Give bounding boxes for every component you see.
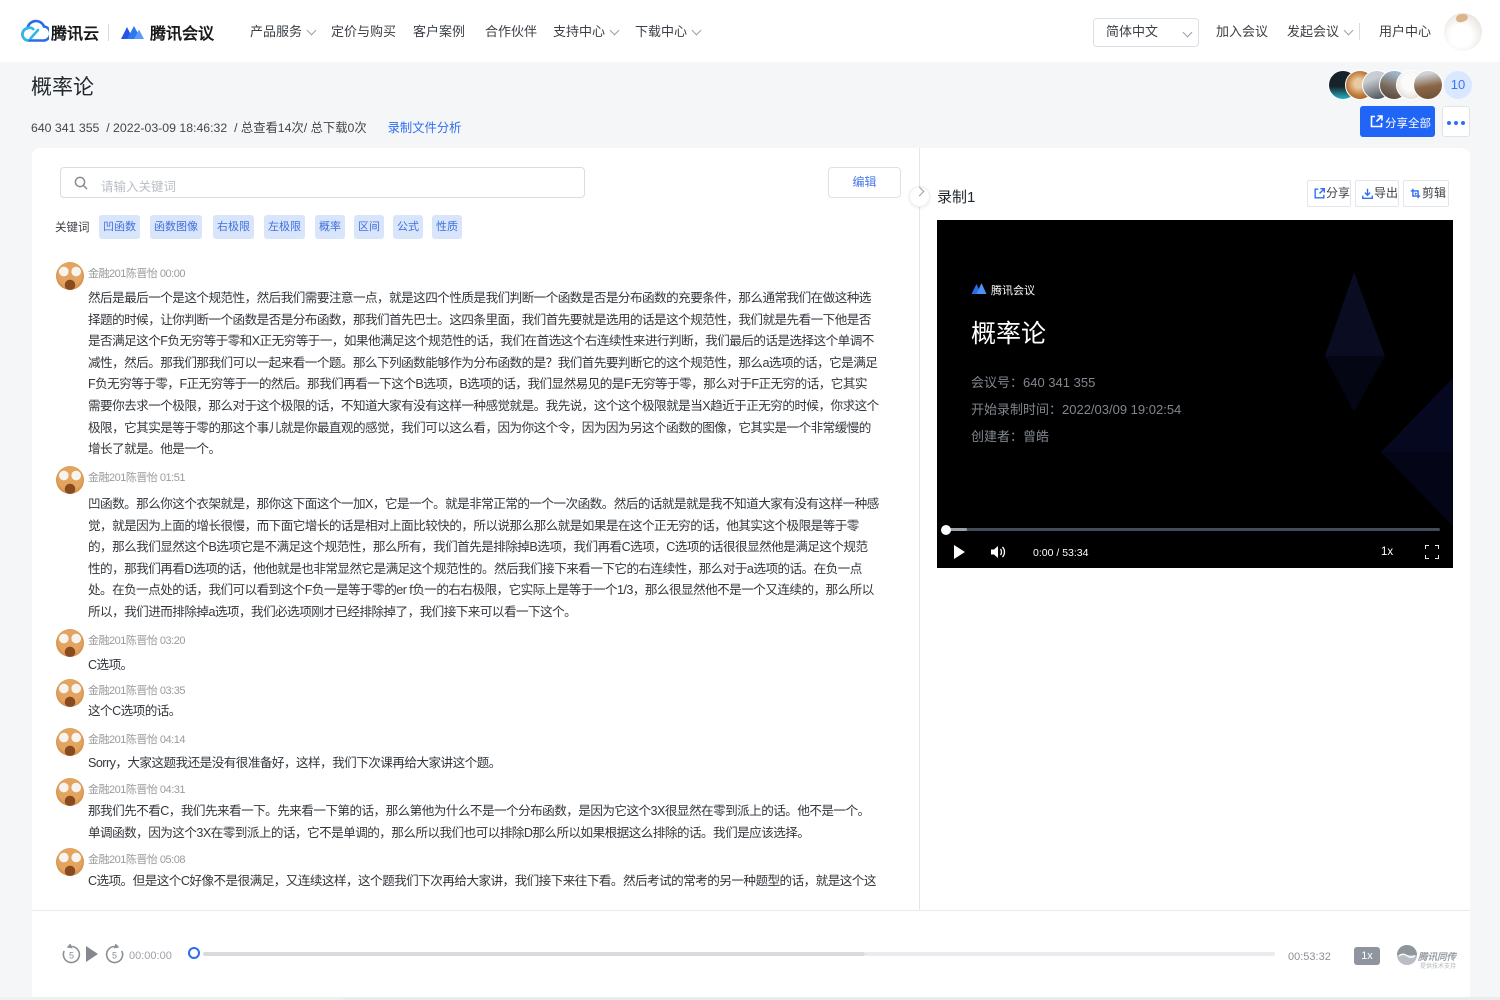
svg-text:5: 5 [112, 951, 117, 961]
svg-text:5: 5 [69, 951, 74, 961]
